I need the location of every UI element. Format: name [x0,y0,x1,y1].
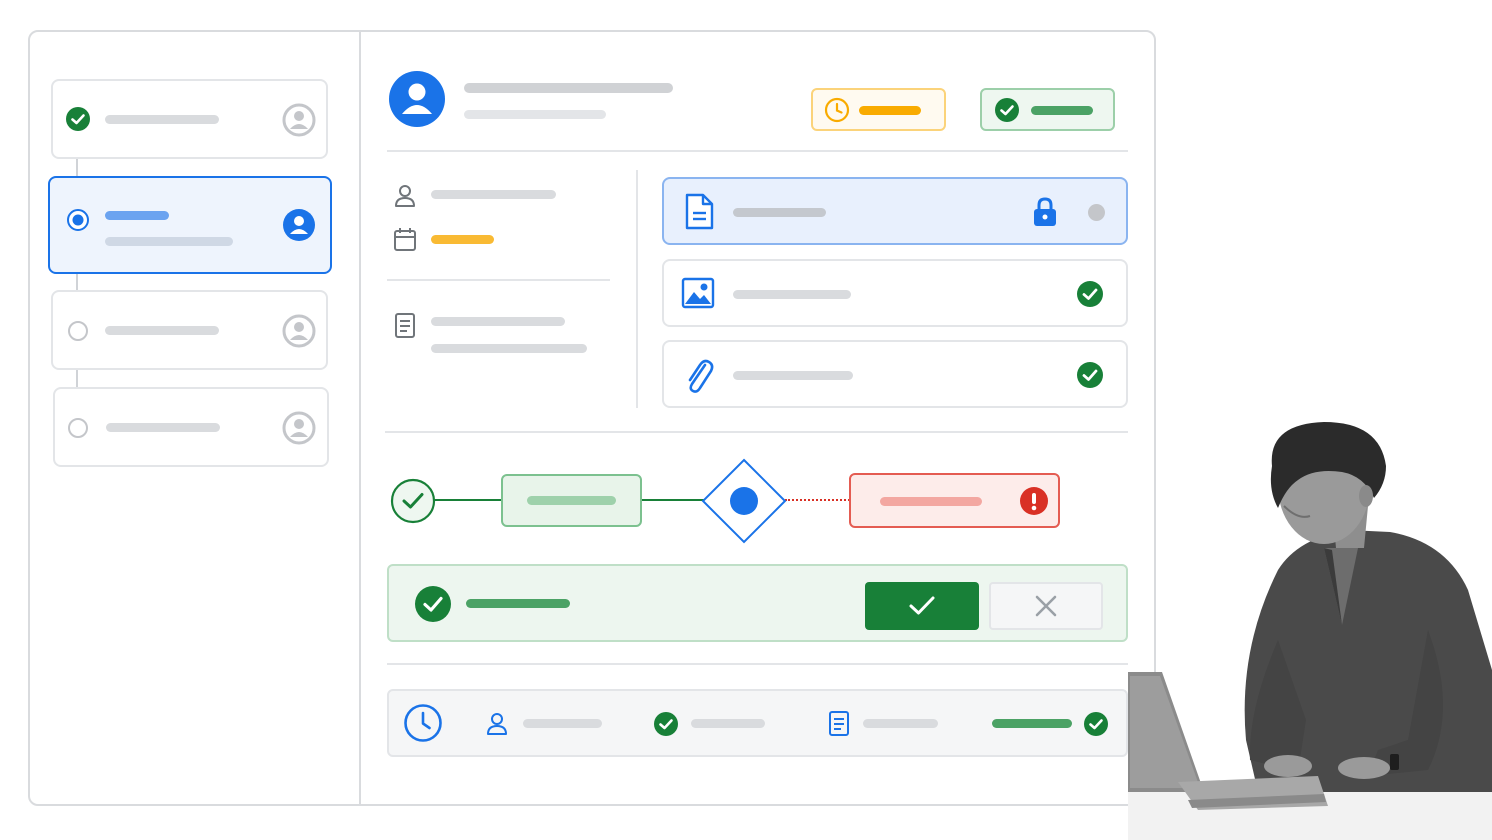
header-subtitle [464,110,606,119]
header-title [464,83,673,93]
radio-empty-icon [68,418,88,438]
user-avatar-icon [283,209,315,241]
check-circle-icon [654,712,678,736]
person-icon [487,713,507,735]
check-circle-icon [66,107,90,131]
history-entry-label [863,719,938,728]
history-entry-label [691,719,765,728]
attachment-item-selected[interactable] [662,177,1128,245]
check-icon [909,596,935,615]
step-title [105,115,219,124]
paperclip-icon [688,359,714,393]
task-label [527,496,616,505]
user-avatar-icon [282,411,316,445]
detail-note-line [431,317,565,326]
error-icon [1020,487,1048,515]
history-entry-label [523,719,602,728]
section-divider [387,663,1128,665]
status-dot [1088,204,1105,221]
history-progress [992,719,1072,728]
user-avatar-icon [282,314,316,348]
calendar-icon [394,228,416,251]
approval-message [466,599,570,608]
person-with-laptop-image [1128,422,1492,840]
step-title [105,326,219,335]
step-title [105,211,169,220]
workflow-task-node[interactable] [501,474,642,527]
step-card[interactable] [51,79,328,159]
confirm-button[interactable] [865,582,979,630]
check-circle-icon [1077,281,1103,307]
detail-person-value [431,190,556,199]
column-divider [636,170,638,408]
check-circle-icon [415,586,451,622]
document-icon [829,711,849,736]
radio-empty-icon [68,321,88,341]
user-avatar-icon [282,103,316,137]
attachment-name [733,371,853,380]
workflow-start-node[interactable] [390,478,436,524]
details-divider [387,279,610,281]
reject-button[interactable] [989,582,1103,630]
radio-active-icon [67,209,89,231]
section-divider [385,431,1128,433]
step-card[interactable] [53,387,329,467]
workflow-decision-node[interactable] [701,458,787,544]
document-icon [395,313,415,338]
attachment-item[interactable] [662,340,1128,408]
document-icon [685,193,714,230]
clock-icon [824,97,850,123]
header-divider [387,150,1128,152]
pending-status-badge [811,88,946,131]
clock-icon[interactable] [403,703,443,743]
step-card[interactable] [51,290,328,370]
workflow-connector-error [785,499,850,501]
history-bar [387,689,1128,757]
attachment-name [733,208,826,217]
close-icon [1035,595,1057,617]
check-circle-icon [995,98,1019,122]
step-card-active[interactable] [48,176,332,274]
task-label [880,497,982,506]
workflow-error-node[interactable] [849,473,1060,528]
step-subtitle [105,237,233,246]
person-icon [395,185,415,207]
workflow-connector [434,499,502,501]
attachment-item[interactable] [662,259,1128,327]
image-icon [681,277,715,309]
badge-label [859,106,921,115]
user-avatar-icon[interactable] [388,70,446,128]
check-circle-icon [1084,712,1108,736]
attachment-name [733,290,851,299]
approved-status-badge [980,88,1115,131]
lock-icon [1034,197,1056,226]
sidebar-divider [359,31,361,805]
step-title [106,423,220,432]
badge-label [1031,106,1093,115]
detail-date-value [431,235,494,244]
detail-note-line [431,344,587,353]
workflow-connector [641,499,704,501]
approval-bar [387,564,1128,642]
check-circle-icon [1077,362,1103,388]
